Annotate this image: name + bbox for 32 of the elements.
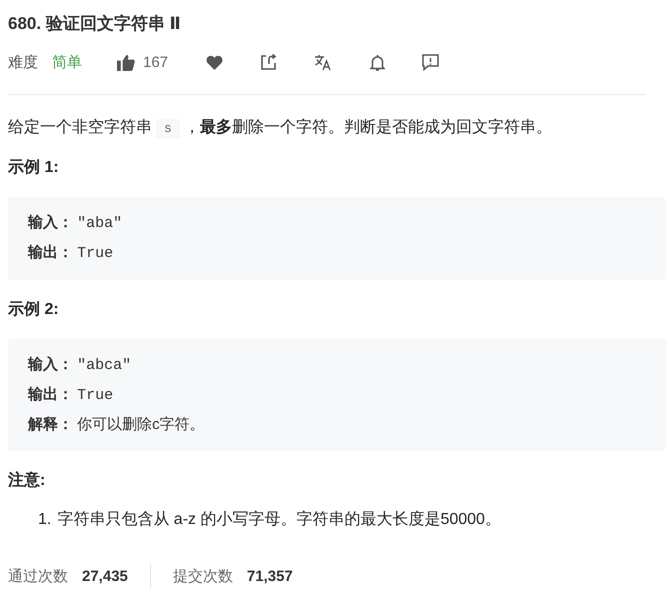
heart-icon xyxy=(206,54,224,70)
share-button[interactable] xyxy=(260,51,278,73)
stat-value: 27,435 xyxy=(82,568,128,584)
inline-code: s xyxy=(156,119,180,138)
difficulty-value: 简单 xyxy=(52,52,82,72)
example-label: 输入： xyxy=(28,214,73,231)
like-button[interactable]: 167 xyxy=(116,51,168,73)
stat-label: 通过次数 xyxy=(8,566,68,586)
example-label: 解释： xyxy=(28,416,73,433)
bell-icon xyxy=(370,54,386,70)
example-value: True xyxy=(77,245,114,262)
example-explanation: 你可以删除c字符。 xyxy=(77,416,205,433)
example-heading: 示例 1: xyxy=(8,158,60,178)
example-heading: 示例 2: xyxy=(8,300,60,320)
notes-heading: 注意: xyxy=(8,470,46,491)
stat-label: 提交次数 xyxy=(172,566,233,586)
problem-title: 680. 验证回文字符串 Ⅱ xyxy=(8,13,182,35)
example-label: 输入： xyxy=(28,356,73,373)
translate-icon xyxy=(314,54,334,70)
stat-value: 71,357 xyxy=(246,568,293,584)
example-label: 输出： xyxy=(28,386,73,403)
example-value: "abca" xyxy=(77,357,132,374)
description-text: 给定一个非空字符串 s ，最多删除一个字符。判断是否能成为回文字符串。 xyxy=(8,118,553,140)
thumbs-up-icon xyxy=(116,54,135,70)
feedback-icon xyxy=(422,54,440,70)
example-value: True xyxy=(77,387,114,404)
example-label: 输出： xyxy=(28,244,73,261)
example-value: "aba" xyxy=(77,215,122,232)
list-number: 1. xyxy=(38,511,52,528)
share-icon xyxy=(260,54,278,70)
note-text: 字符串只包含从 a-z 的小写字母。字符串的最大长度是50000。 xyxy=(57,511,501,528)
difficulty-label: 难度 xyxy=(8,52,38,72)
